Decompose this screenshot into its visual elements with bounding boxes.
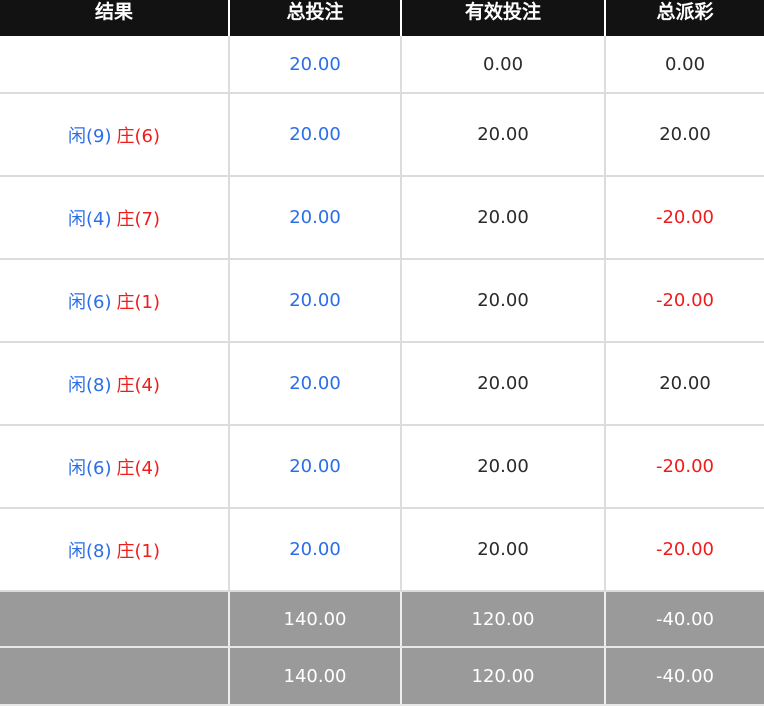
- valid-bet-cell: 20.00: [400, 259, 605, 343]
- grand-total-row: 140.00 120.00 -40.00: [0, 647, 764, 706]
- banker-score: (1): [134, 291, 161, 313]
- valid-bet-cell: 20.00: [400, 342, 605, 426]
- player-label: 闲: [68, 540, 86, 562]
- result-cell: 闲(6) 庄(1): [0, 259, 229, 343]
- total-bet-cell: 20.00: [228, 176, 401, 260]
- payout-cell: -20.00: [604, 425, 764, 509]
- payout-cell: -20.00: [604, 508, 764, 592]
- table-header-row: 结果 总投注 有效投注 总派彩: [0, 0, 764, 36]
- banker-label: 庄: [116, 374, 135, 396]
- bet-records-table: 结果 总投注 有效投注 总派彩 20.00 0.00 0.00 闲(9) 庄(6)…: [0, 0, 764, 706]
- table-row: 闲(8) 庄(4) 20.00 20.00 20.00: [0, 342, 764, 426]
- player-score: (9): [86, 125, 112, 147]
- grand-total-total-bet: 140.00: [228, 647, 401, 706]
- banker-score: (1): [134, 540, 161, 562]
- header-total-bet: 总投注: [228, 0, 401, 36]
- table-row: 闲(4) 庄(7) 20.00 20.00 -20.00: [0, 176, 764, 260]
- total-bet-cell: 20.00: [228, 508, 401, 592]
- subtotal-payout: -40.00: [604, 591, 764, 648]
- player-score: (6): [86, 291, 112, 313]
- table-row: 闲(9) 庄(6) 20.00 20.00 20.00: [0, 93, 764, 177]
- total-bet-cell: 20.00: [228, 36, 401, 94]
- banker-label: 庄: [116, 540, 135, 562]
- banker-score: (6): [134, 125, 161, 147]
- player-label: 闲: [68, 291, 86, 313]
- total-bet-cell: 20.00: [228, 425, 401, 509]
- payout-cell: -20.00: [604, 176, 764, 260]
- grand-total-label: [0, 647, 229, 706]
- player-label: 闲: [68, 125, 86, 147]
- player-score: (6): [86, 457, 112, 479]
- player-score: (8): [86, 374, 112, 396]
- player-label: 闲: [68, 457, 86, 479]
- subtotal-label: [0, 591, 229, 648]
- player-label: 闲: [68, 208, 86, 230]
- total-bet-cell: 20.00: [228, 342, 401, 426]
- subtotal-total-bet: 140.00: [228, 591, 401, 648]
- valid-bet-cell: 20.00: [400, 425, 605, 509]
- grand-total-valid-bet: 120.00: [400, 647, 605, 706]
- valid-bet-cell: 20.00: [400, 508, 605, 592]
- table-row: 20.00 0.00 0.00: [0, 36, 764, 94]
- subtotal-row: 140.00 120.00 -40.00: [0, 591, 764, 648]
- banker-label: 庄: [116, 457, 135, 479]
- result-cell: 闲(4) 庄(7): [0, 176, 229, 260]
- result-cell: [0, 36, 229, 94]
- valid-bet-cell: 20.00: [400, 176, 605, 260]
- payout-cell: -20.00: [604, 259, 764, 343]
- banker-label: 庄: [116, 208, 135, 230]
- valid-bet-cell: 20.00: [400, 93, 605, 177]
- payout-cell: 20.00: [604, 342, 764, 426]
- payout-cell: 20.00: [604, 93, 764, 177]
- result-cell: 闲(9) 庄(6): [0, 93, 229, 177]
- player-label: 闲: [68, 374, 86, 396]
- result-cell: 闲(8) 庄(1): [0, 508, 229, 592]
- header-total-payout: 总派彩: [604, 0, 764, 36]
- valid-bet-cell: 0.00: [400, 36, 605, 94]
- banker-score: (4): [134, 457, 161, 479]
- banker-label: 庄: [116, 125, 135, 147]
- table-row: 闲(8) 庄(1) 20.00 20.00 -20.00: [0, 508, 764, 592]
- subtotal-valid-bet: 120.00: [400, 591, 605, 648]
- banker-score: (7): [134, 208, 161, 230]
- banker-label: 庄: [116, 291, 135, 313]
- result-cell: 闲(6) 庄(4): [0, 425, 229, 509]
- grand-total-payout: -40.00: [604, 647, 764, 706]
- banker-score: (4): [134, 374, 161, 396]
- header-valid-bet: 有效投注: [400, 0, 605, 36]
- payout-cell: 0.00: [604, 36, 764, 94]
- result-cell: 闲(8) 庄(4): [0, 342, 229, 426]
- total-bet-cell: 20.00: [228, 259, 401, 343]
- table-row: 闲(6) 庄(4) 20.00 20.00 -20.00: [0, 425, 764, 509]
- player-score: (4): [86, 208, 112, 230]
- total-bet-cell: 20.00: [228, 93, 401, 177]
- header-result: 结果: [0, 0, 229, 36]
- table-row: 闲(6) 庄(1) 20.00 20.00 -20.00: [0, 259, 764, 343]
- player-score: (8): [86, 540, 112, 562]
